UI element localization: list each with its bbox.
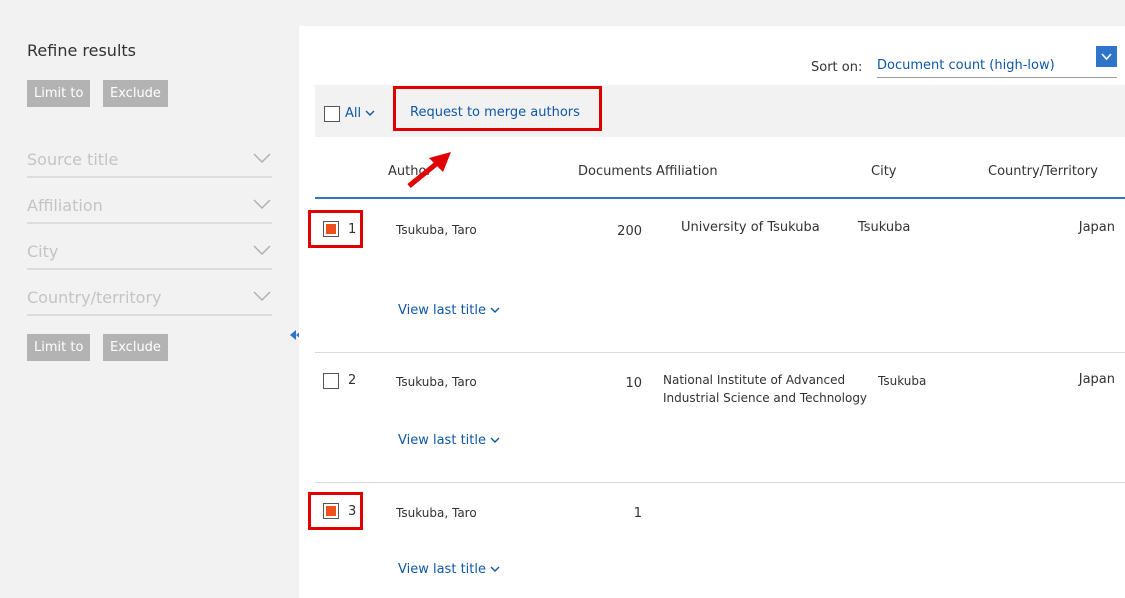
column-header-city[interactable]: City — [871, 164, 896, 179]
affiliation: National Institute of Advanced Industria… — [663, 373, 868, 405]
document-count[interactable]: 1 — [612, 506, 642, 521]
sort-label: Sort on: — [811, 60, 863, 75]
sort-select[interactable]: Document count (high-low) — [877, 54, 1117, 78]
column-header-affiliation[interactable]: Affiliation — [656, 164, 718, 179]
facet-affiliation[interactable]: Affiliation — [27, 188, 272, 224]
row-highlight-box — [308, 210, 363, 248]
header-rule — [315, 197, 1125, 199]
view-last-title-label: View last title — [398, 303, 486, 318]
chevron-down-icon — [490, 566, 500, 572]
row-index: 2 — [348, 373, 357, 388]
document-count[interactable]: 200 — [612, 224, 642, 239]
view-last-title-link[interactable]: View last title — [398, 562, 500, 577]
view-last-title-label: View last title — [398, 433, 486, 448]
chevron-down-icon — [253, 245, 271, 256]
chevron-down-icon — [253, 153, 271, 164]
view-last-title-link[interactable]: View last title — [398, 303, 500, 318]
refine-results-title: Refine results — [27, 41, 136, 60]
city: Tsukuba — [878, 374, 927, 388]
facet-label: City — [27, 242, 59, 261]
annotation-arrow-icon — [407, 152, 451, 188]
select-all-checkbox[interactable] — [324, 106, 340, 122]
merge-highlight-box — [393, 86, 602, 131]
sort-dropdown-button[interactable] — [1096, 46, 1117, 67]
facet-city[interactable]: City — [27, 234, 272, 270]
facet-country-territory[interactable]: Country/territory — [27, 280, 272, 316]
chevron-down-icon — [365, 110, 375, 116]
country: Japan — [1078, 220, 1115, 235]
facet-label: Affiliation — [27, 196, 103, 215]
exclude-button-bottom[interactable]: Exclude — [103, 334, 168, 361]
column-header-country[interactable]: Country/Territory — [988, 164, 1098, 179]
facet-label: Source title — [27, 150, 119, 169]
facet-label: Country/territory — [27, 288, 162, 307]
limit-to-button-bottom[interactable]: Limit to — [27, 334, 91, 361]
column-header-documents[interactable]: Documents — [578, 164, 652, 179]
affiliation: University of Tsukuba — [681, 220, 820, 235]
row-divider — [315, 352, 1125, 353]
document-count[interactable]: 10 — [612, 376, 642, 391]
country: Japan — [1078, 372, 1115, 387]
limit-to-button-top[interactable]: Limit to — [27, 80, 91, 107]
city: Tsukuba — [858, 220, 911, 235]
chevron-down-icon — [253, 199, 271, 210]
chevron-down-icon — [490, 307, 500, 313]
author-name-link[interactable]: Tsukuba, Taro — [396, 375, 477, 389]
select-all-dropdown[interactable]: All — [345, 106, 375, 121]
row-checkbox-2[interactable] — [323, 373, 339, 389]
sort-value: Document count (high-low) — [877, 58, 1055, 73]
row-highlight-box — [308, 492, 363, 530]
author-name-link[interactable]: Tsukuba, Taro — [396, 506, 477, 520]
row-divider — [315, 482, 1125, 483]
facet-source-title[interactable]: Source title — [27, 142, 272, 178]
exclude-button-top[interactable]: Exclude — [103, 80, 168, 107]
view-last-title-link[interactable]: View last title — [398, 433, 500, 448]
chevron-down-icon — [490, 437, 500, 443]
view-last-title-label: View last title — [398, 562, 486, 577]
chevron-down-icon — [1101, 53, 1112, 61]
select-all-label: All — [345, 106, 362, 121]
chevron-down-icon — [253, 291, 271, 302]
author-name-link[interactable]: Tsukuba, Taro — [396, 223, 477, 237]
